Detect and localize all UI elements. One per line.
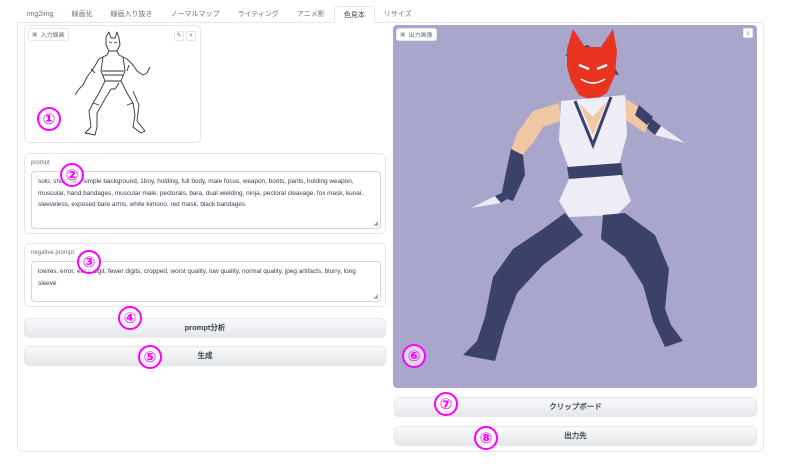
annotation-badge-7: ⑦ [434,392,458,416]
edit-icon[interactable]: ✎ [174,31,184,41]
tab-lineart-extract[interactable]: 線画入り抜き [101,6,161,23]
input-image-label-text: 入力線画 [40,33,65,39]
output-destination-button[interactable]: 出力先 [394,426,757,446]
tab-lighting[interactable]: ライティング [228,6,287,23]
resize-grip-icon[interactable]: ◢ [373,221,378,227]
negative-prompt-label: negative prompt [31,250,75,256]
annotation-badge-8: ⑧ [474,426,498,450]
annotation-badge-6: ⑥ [402,344,426,368]
output-character-image [463,29,685,361]
input-image-controls: ✎ × [174,31,196,41]
annotation-badge-3: ③ [77,250,101,274]
annotation-badge-5: ⑤ [138,345,162,369]
annotation-badge-4: ④ [118,306,142,330]
output-image-label-text: 出力画像 [408,33,433,39]
tab-anime-shadow[interactable]: アニメ影 [288,6,334,23]
image-icon: ▣ [400,32,406,38]
tab-lineart[interactable]: 線画化 [62,6,101,23]
tab-color-sample[interactable]: 色見本 [333,6,375,23]
annotation-badge-1: ① [37,107,61,131]
tab-resize[interactable]: リサイズ [375,6,421,23]
prompt-text: solo, short hair, simple background, 1bo… [38,178,364,208]
resize-grip-icon[interactable]: ◢ [373,294,378,300]
output-image-panel[interactable]: ▣ 出力画像 ⤓ [393,25,757,388]
download-icon[interactable]: ⤓ [743,28,753,38]
image-icon: ▣ [32,32,38,38]
prompt-analyze-button[interactable]: prompt分析 [24,318,386,338]
input-image-label: ▣ 入力線画 [28,28,69,41]
generate-button[interactable]: 生成 [24,346,386,366]
prompt-textarea[interactable]: solo, short hair, simple background, 1bo… [31,171,381,229]
output-image-label: ▣ 出力画像 [396,28,437,41]
tab-img2img[interactable]: img2img [18,6,62,23]
close-icon[interactable]: × [186,31,196,41]
negative-prompt-block: negative prompt lowres, error, extra dig… [24,243,386,307]
tab-normal-map[interactable]: ノーマルマップ [161,6,228,23]
tab-bar: img2img 線画化 線画入り抜き ノーマルマップ ライティング アニメ影 色… [18,6,421,23]
input-lineart-image [73,31,151,139]
annotation-badge-2: ② [60,163,84,187]
prompt-label: prompt [31,160,50,166]
